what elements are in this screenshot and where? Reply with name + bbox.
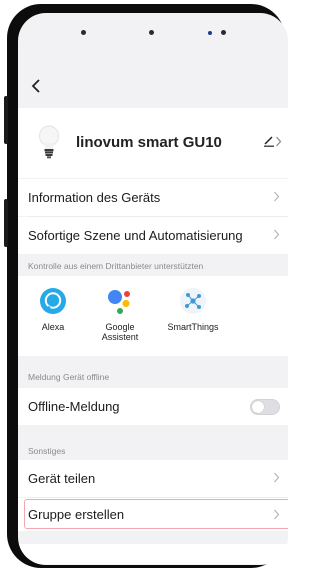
google-assistant-icon bbox=[105, 286, 135, 316]
alexa-icon bbox=[38, 286, 68, 316]
google-assistant-item[interactable]: Google Assistent bbox=[85, 286, 155, 342]
chevron-left-icon bbox=[31, 79, 40, 93]
offline-section-label: Meldung Gerät offline bbox=[28, 372, 110, 382]
alexa-item[interactable]: Alexa bbox=[18, 286, 88, 332]
scene-automation-row[interactable]: Sofortige Szene und Automatisierung bbox=[18, 217, 288, 254]
edit-icon[interactable] bbox=[263, 135, 275, 147]
third-party-section-label: Kontrolle aus einem Drittanbieter unters… bbox=[28, 261, 204, 271]
toggle-knob bbox=[252, 401, 264, 413]
other-section-label: Sonstiges bbox=[28, 446, 66, 456]
sensor-dot bbox=[81, 30, 86, 35]
smartthings-icon bbox=[178, 286, 208, 316]
back-button[interactable] bbox=[26, 75, 46, 97]
speaker-dot bbox=[149, 30, 154, 35]
offline-notification-label: Offline-Meldung bbox=[28, 399, 120, 414]
smartthings-item[interactable]: SmartThings bbox=[158, 286, 228, 332]
device-info-label: Information des Geräts bbox=[28, 190, 161, 205]
google-assistant-label: Google Assistent bbox=[101, 322, 139, 342]
device-info-row[interactable]: Information des Geräts bbox=[18, 179, 288, 216]
offline-notification-row: Offline-Meldung bbox=[18, 388, 288, 425]
camera-bar bbox=[18, 30, 288, 36]
sensor-dot bbox=[221, 30, 226, 35]
cut-off-row bbox=[18, 544, 288, 564]
camera-dot bbox=[208, 31, 212, 35]
chevron-right-icon bbox=[274, 472, 280, 483]
share-device-row[interactable]: Gerät teilen bbox=[18, 460, 288, 497]
chevron-right-icon bbox=[274, 229, 280, 240]
device-name: linovum smart GU10 bbox=[76, 134, 222, 151]
screen: linovum smart GU10 Information des Gerät… bbox=[18, 13, 288, 565]
third-party-integrations: Alexa Google Assistent SmartThings bbox=[18, 276, 288, 356]
share-device-label: Gerät teilen bbox=[28, 471, 96, 486]
chevron-right-icon bbox=[274, 191, 280, 202]
create-group-highlight bbox=[24, 499, 288, 529]
scene-automation-label: Sofortige Szene und Automatisierung bbox=[28, 228, 243, 243]
volume-button bbox=[4, 96, 8, 144]
side-button bbox=[4, 199, 8, 247]
phone-frame: linovum smart GU10 Information des Gerät… bbox=[4, 4, 288, 568]
smartthings-label: SmartThings bbox=[167, 322, 219, 332]
offline-notification-toggle[interactable] bbox=[250, 399, 280, 415]
alexa-label: Alexa bbox=[41, 322, 65, 332]
device-header: linovum smart GU10 bbox=[18, 108, 288, 178]
chevron-right-icon bbox=[276, 136, 282, 147]
bulb-icon bbox=[39, 125, 59, 159]
